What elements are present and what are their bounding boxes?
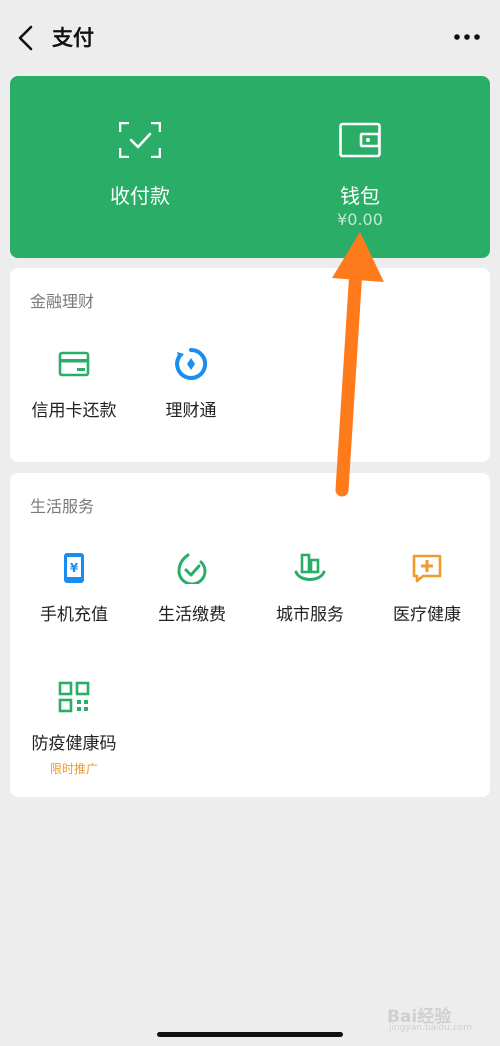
annotation-arrow <box>332 232 384 497</box>
watermark-logo: Bai经验 jingyan.baidu.com <box>385 998 495 1038</box>
home-indicator[interactable] <box>157 1032 343 1037</box>
watermark-sub: jingyan.baidu.com <box>389 1023 473 1033</box>
